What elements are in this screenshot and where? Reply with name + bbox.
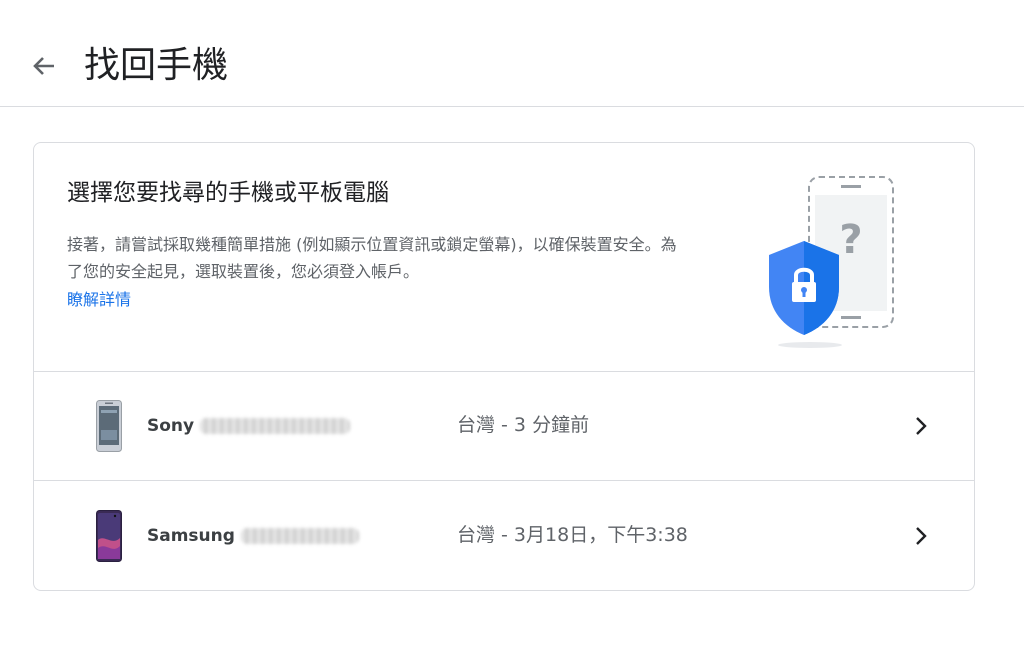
page-title: 找回手機 <box>84 45 229 86</box>
intro-description: 接著，請嘗試採取幾種簡單措施 (例如顯示位置資訊或鎖定螢幕)，以確保裝置安全。為… <box>67 235 677 281</box>
phone-security-shield-icon: ? <box>769 176 894 348</box>
device-location-time: 台灣 - 3月18日，下午3:38 <box>457 524 688 546</box>
device-row-sony[interactable]: Sony 台灣 - 3 分鐘前 <box>34 372 974 481</box>
samsung-phone-image <box>96 510 122 562</box>
device-location-time: 台灣 - 3 分鐘前 <box>457 414 590 436</box>
page-header: 找回手機 <box>0 0 1024 107</box>
redacted-model-name <box>240 528 359 544</box>
device-name: Sony <box>147 414 351 438</box>
device-brand: Sony <box>147 416 195 436</box>
sony-phone-image <box>96 400 122 452</box>
device-name: Samsung <box>147 524 359 548</box>
device-brand: Samsung <box>147 526 235 546</box>
intro-title: 選擇您要找尋的手機或平板電腦 <box>67 180 389 206</box>
learn-more-link[interactable]: 瞭解詳情 <box>67 286 131 313</box>
svg-text:?: ? <box>839 217 862 263</box>
redacted-model-name <box>200 418 351 434</box>
intro-section: 選擇您要找尋的手機或平板電腦 接著，請嘗試採取幾種簡單措施 (例如顯示位置資訊或… <box>34 143 974 372</box>
chevron-right-icon <box>916 527 927 545</box>
back-button[interactable] <box>26 48 62 84</box>
device-selection-card: 選擇您要找尋的手機或平板電腦 接著，請嘗試採取幾種簡單措施 (例如顯示位置資訊或… <box>33 142 975 591</box>
arrow-back-icon <box>33 57 54 75</box>
device-row-samsung[interactable]: Samsung 台灣 - 3月18日，下午3:38 <box>34 482 974 590</box>
chevron-right-icon <box>916 417 927 435</box>
